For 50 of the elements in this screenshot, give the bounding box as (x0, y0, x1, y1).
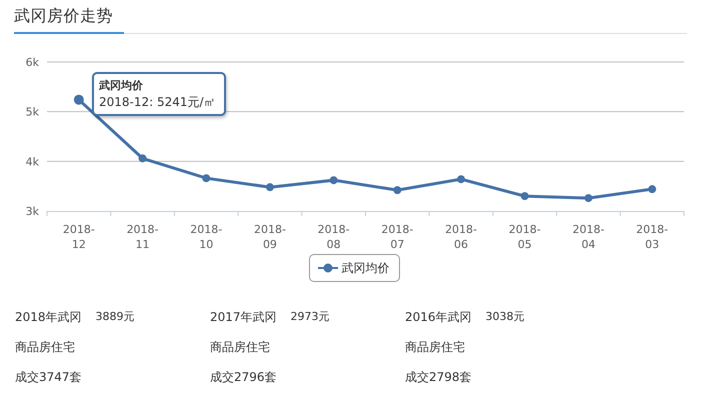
data-point (330, 176, 338, 184)
deal-count: 成交2796套 (210, 369, 278, 386)
deal-count: 成交2798套 (405, 369, 473, 386)
year-label: 2016年武冈 (405, 309, 472, 326)
x-tick-label: 2018-05 (508, 223, 541, 251)
x-tick-label: 2018-06 (445, 223, 478, 251)
x-tick (492, 210, 494, 216)
data-point (74, 94, 84, 105)
data-point (648, 185, 656, 194)
x-tick-label: 2018-09 (254, 223, 286, 251)
data-point (266, 183, 274, 192)
x-tick (110, 210, 112, 216)
x-tick-label: 2018-11 (126, 223, 159, 251)
y-tick-label: 4k (26, 155, 39, 168)
legend-item[interactable]: 武冈均价 (308, 254, 400, 282)
x-tick-label: 2018-03 (636, 223, 668, 251)
x-tick-label: 2018-12 (62, 223, 95, 251)
deal-count: 成交3747套 (15, 369, 83, 386)
x-tick (301, 210, 302, 216)
x-tick-label: 2018-04 (572, 223, 604, 251)
y-tick-label: 5k (26, 106, 39, 119)
y-tick-label: 6k (26, 56, 39, 69)
y-tick-label: 3k (26, 205, 39, 218)
data-point (520, 192, 529, 200)
x-tick-label: 2018-07 (381, 223, 414, 251)
x-tick (428, 210, 430, 216)
property-type: 商品房住宅 (210, 339, 271, 356)
data-point (457, 175, 466, 184)
year-label: 2018年武冈 (15, 309, 82, 326)
x-tick (238, 210, 239, 216)
tooltip-series: 武冈均价 (99, 78, 144, 94)
x-tick (365, 210, 366, 216)
x-tick (620, 210, 621, 216)
average-price: 3889元 (96, 309, 135, 325)
average-price: 3038元 (486, 309, 525, 325)
property-type: 商品房住宅 (405, 339, 466, 356)
x-tick (556, 210, 558, 216)
section-title: 武冈房价走势 (14, 6, 124, 34)
average-price: 2973元 (290, 309, 330, 325)
x-tick-label: 2018-10 (190, 223, 222, 251)
tooltip-value: 2018-12: 5241元/㎡ (99, 94, 216, 110)
x-tick-label: 2018-08 (318, 223, 350, 251)
data-point (202, 174, 210, 182)
property-type: 商品房住宅 (15, 339, 76, 356)
x-tick (46, 210, 48, 216)
year-label: 2017年武冈 (210, 309, 277, 326)
data-point (393, 186, 402, 194)
x-tick (174, 210, 175, 216)
data-point (138, 154, 147, 162)
data-point (584, 194, 592, 202)
